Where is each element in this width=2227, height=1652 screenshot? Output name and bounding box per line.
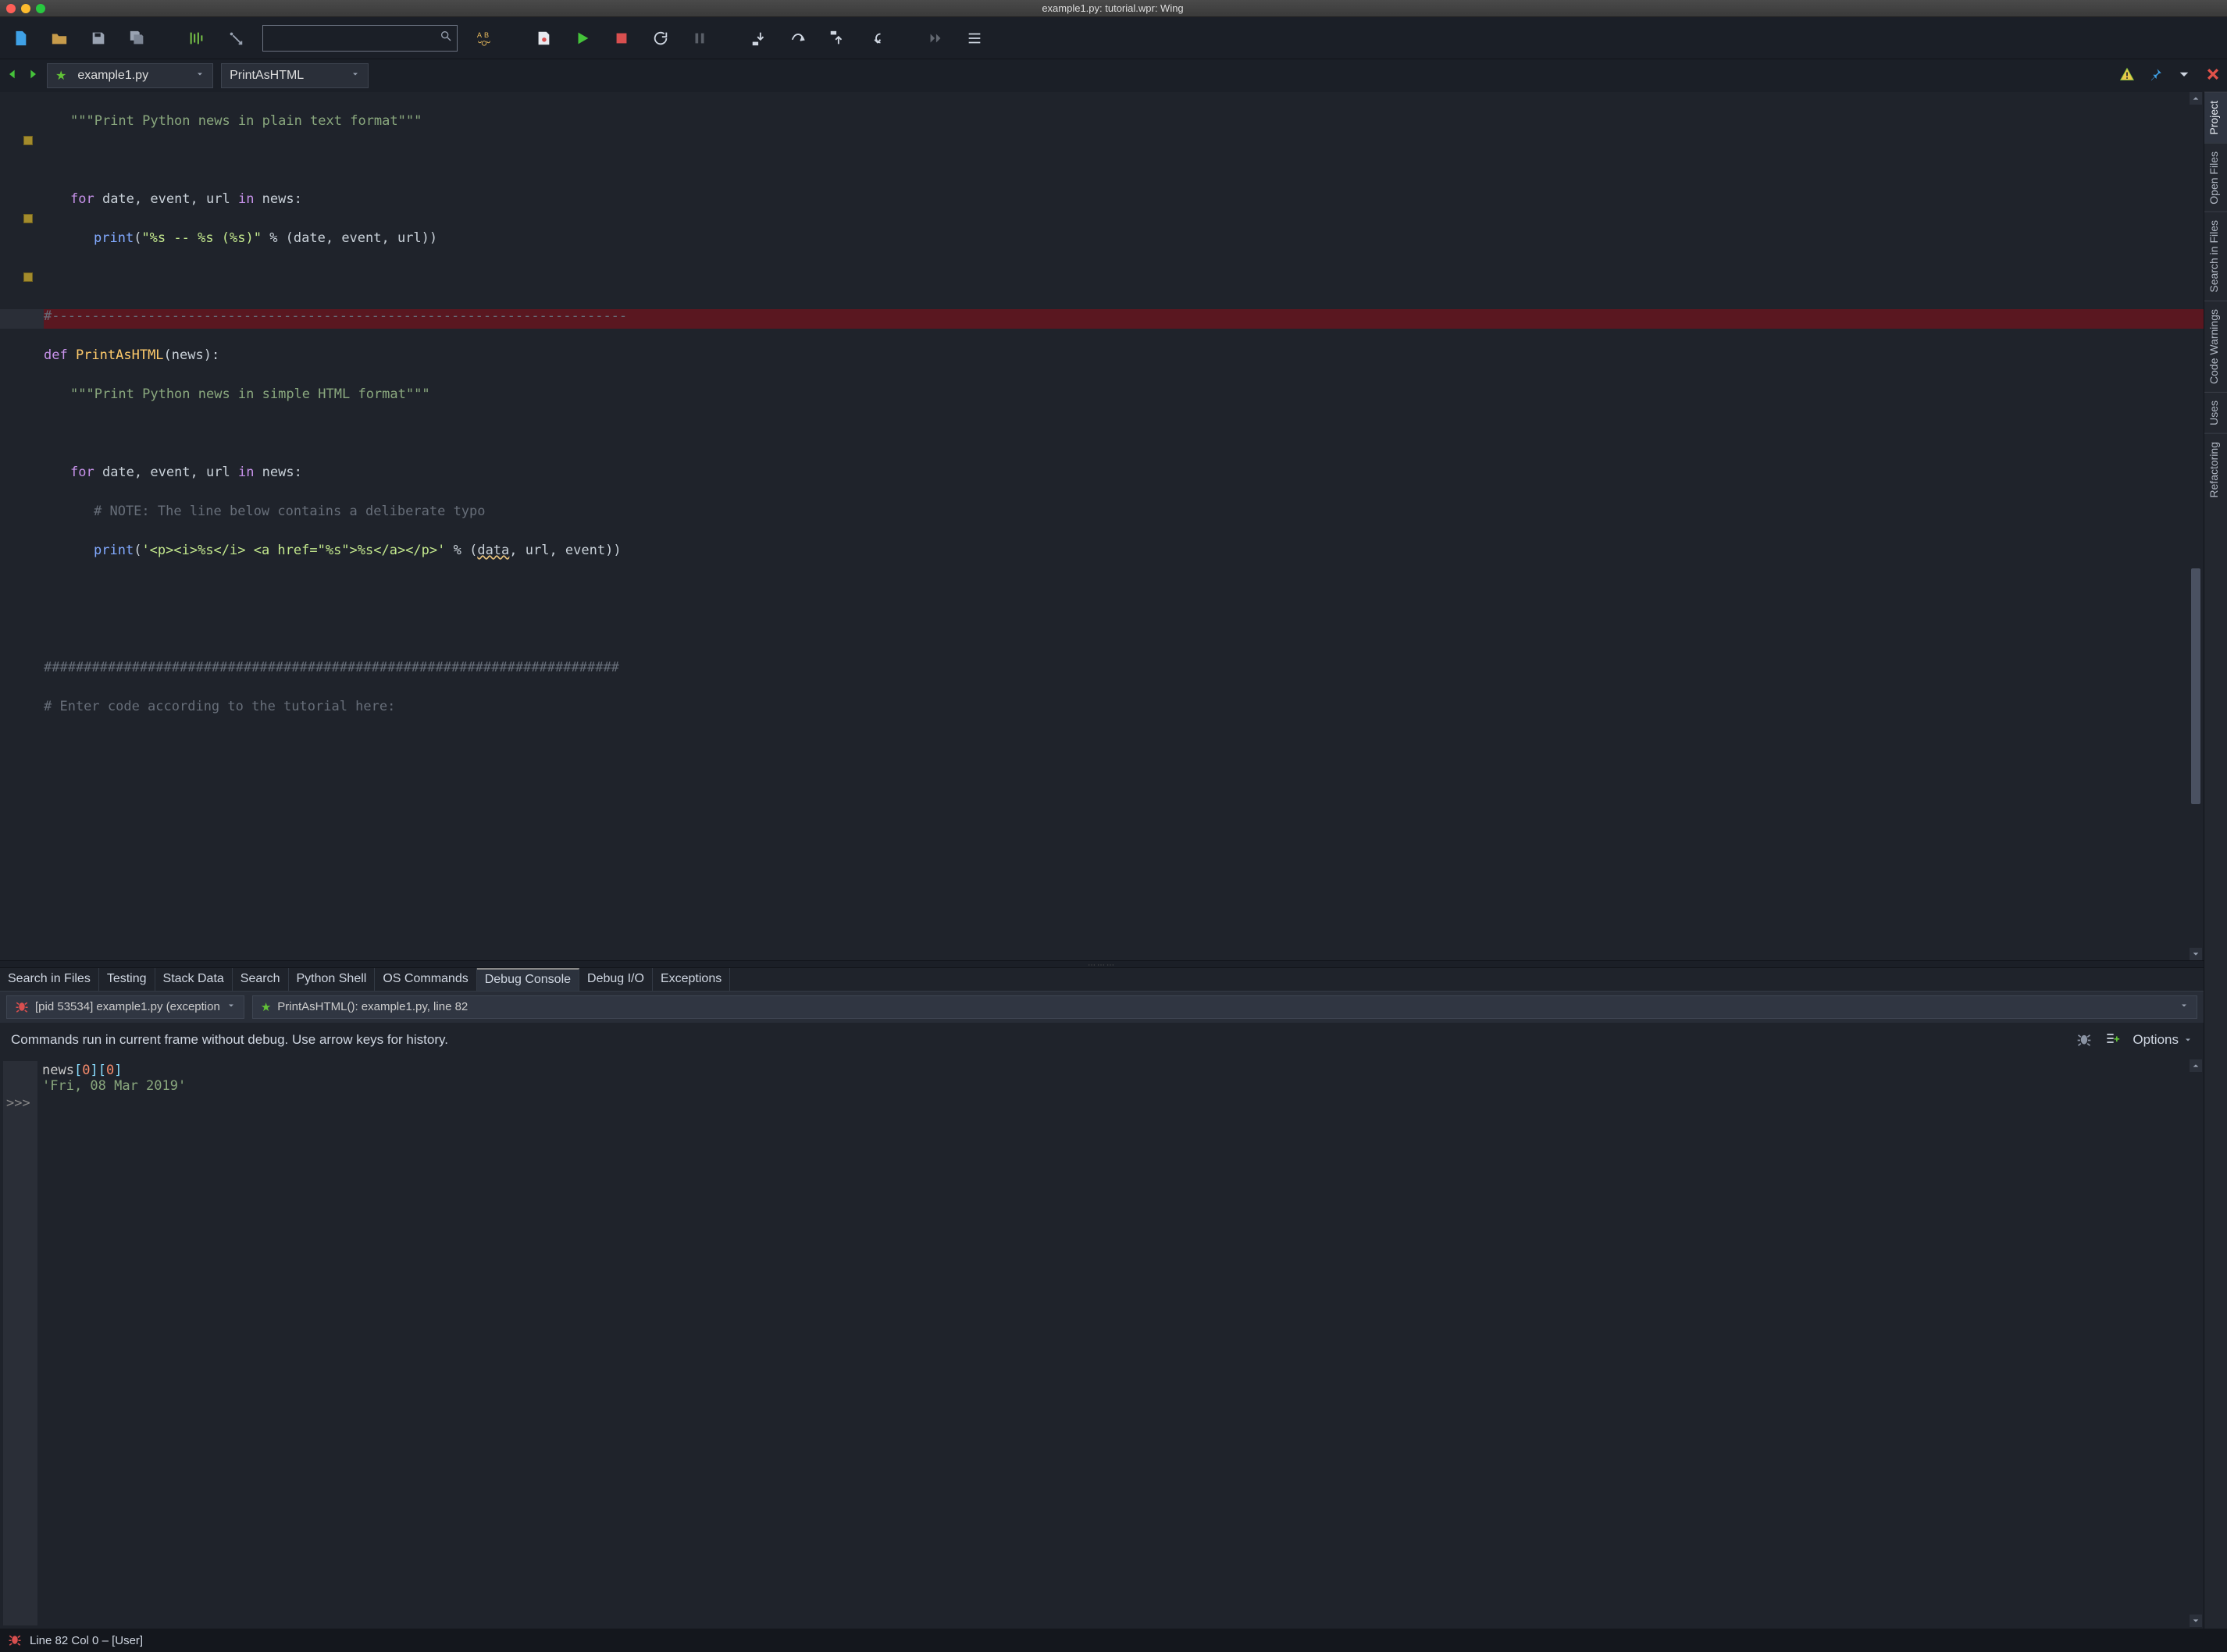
side-tab-refactoring[interactable]: Refactoring bbox=[2204, 433, 2227, 506]
code-content: """Print Python news in plain text forma… bbox=[44, 92, 2188, 756]
tab-testing[interactable]: Testing bbox=[99, 968, 155, 991]
main-toolbar: AB bbox=[0, 17, 2227, 59]
tab-debug-io[interactable]: Debug I/O bbox=[579, 968, 653, 991]
save-button[interactable] bbox=[86, 26, 111, 51]
debug-frame-label: PrintAsHTML(): example1.py, line 82 bbox=[277, 1000, 468, 1013]
side-tab-open-files[interactable]: Open Files bbox=[2204, 143, 2227, 212]
side-tab-code-warnings[interactable]: Code Warnings bbox=[2204, 301, 2227, 392]
debug-frame-selector[interactable]: ★ PrintAsHTML(): example1.py, line 82 bbox=[252, 995, 2197, 1019]
horizontal-splitter[interactable]: ⋯⋯⋯ bbox=[0, 960, 2204, 968]
debug-process-label: [pid 53534] example1.py (exception bbox=[35, 1000, 220, 1013]
file-tab-bar: ★ example1.py PrintAsHTML bbox=[0, 59, 2227, 92]
replace-button[interactable]: AB bbox=[472, 26, 497, 51]
step-return-button[interactable] bbox=[864, 26, 889, 51]
side-tab-search-in-files[interactable]: Search in Files bbox=[2204, 212, 2227, 301]
status-bug-icon[interactable] bbox=[8, 1632, 22, 1649]
tab-exceptions[interactable]: Exceptions bbox=[653, 968, 730, 991]
toolbar-search-input[interactable] bbox=[263, 32, 435, 45]
chevron-down-icon bbox=[226, 1000, 236, 1013]
window-titlebar: example1.py: tutorial.wpr: Wing bbox=[0, 0, 2227, 17]
debug-console-panel: [pid 53534] example1.py (exception ★ Pri… bbox=[0, 992, 2204, 1629]
debug-console[interactable]: >>> news[0][0] 'Fri, 08 Mar 2019' bbox=[0, 1058, 2204, 1629]
tab-os-commands[interactable]: OS Commands bbox=[375, 968, 476, 991]
right-tool-tabs: Project Open Files Search in Files Code … bbox=[2204, 92, 2227, 1629]
bug-icon bbox=[15, 999, 29, 1016]
status-text: Line 82 Col 0 – [User] bbox=[30, 1634, 143, 1647]
tab-debug-console[interactable]: Debug Console bbox=[477, 968, 579, 991]
menu-button[interactable] bbox=[962, 26, 987, 51]
fold-marker[interactable] bbox=[23, 272, 33, 282]
tab-stack-data[interactable]: Stack Data bbox=[155, 968, 233, 991]
debug-process-selector[interactable]: [pid 53534] example1.py (exception bbox=[6, 995, 244, 1019]
scroll-down-button[interactable] bbox=[2190, 1615, 2202, 1627]
open-file-button[interactable] bbox=[47, 26, 72, 51]
close-window-button[interactable] bbox=[6, 4, 16, 13]
file-selector[interactable]: ★ example1.py bbox=[47, 63, 213, 88]
console-gutter: >>> bbox=[3, 1061, 37, 1625]
file-selector-label: example1.py bbox=[77, 69, 148, 83]
debug-hint-row: Commands run in current frame without de… bbox=[0, 1023, 2204, 1058]
options-dropdown[interactable]: Options bbox=[2133, 1032, 2193, 1048]
side-tab-project[interactable]: Project bbox=[2204, 92, 2227, 143]
symbol-selector[interactable]: PrintAsHTML bbox=[221, 63, 369, 88]
toolbar-search[interactable] bbox=[262, 25, 458, 52]
debug-hint-text: Commands run in current frame without de… bbox=[11, 1032, 448, 1048]
tab-python-shell[interactable]: Python Shell bbox=[289, 968, 376, 991]
restart-button[interactable] bbox=[648, 26, 673, 51]
star-icon: ★ bbox=[261, 1000, 271, 1014]
pin-icon[interactable] bbox=[2149, 67, 2163, 85]
console-scrollbar[interactable] bbox=[2190, 1059, 2202, 1627]
current-line-gutter bbox=[0, 309, 44, 329]
warning-icon[interactable] bbox=[2119, 66, 2135, 86]
editor-gutter[interactable] bbox=[0, 92, 39, 960]
scroll-up-button[interactable] bbox=[2190, 1059, 2202, 1072]
options-label: Options bbox=[2133, 1032, 2179, 1048]
collapse-icon[interactable] bbox=[2177, 67, 2191, 85]
chevron-down-icon bbox=[2179, 1000, 2189, 1013]
status-bar: Line 82 Col 0 – [User] bbox=[0, 1629, 2227, 1652]
scroll-up-button[interactable] bbox=[2190, 92, 2202, 105]
console-prompt: >>> bbox=[6, 1095, 34, 1111]
more-tools-button[interactable] bbox=[923, 26, 948, 51]
fold-marker[interactable] bbox=[23, 136, 33, 145]
goto-definition-button[interactable] bbox=[223, 26, 248, 51]
editor-scrollbar[interactable] bbox=[2190, 92, 2202, 960]
tab-search-in-files[interactable]: Search in Files bbox=[0, 968, 99, 991]
step-over-button[interactable] bbox=[786, 26, 811, 51]
main-area: """Print Python news in plain text forma… bbox=[0, 92, 2227, 1629]
new-file-button[interactable] bbox=[8, 26, 33, 51]
step-out-button[interactable] bbox=[825, 26, 850, 51]
code-editor[interactable]: """Print Python news in plain text forma… bbox=[0, 92, 2204, 960]
pause-button[interactable] bbox=[687, 26, 712, 51]
zoom-window-button[interactable] bbox=[36, 4, 45, 13]
minimize-window-button[interactable] bbox=[21, 4, 30, 13]
save-all-button[interactable] bbox=[125, 26, 150, 51]
star-icon: ★ bbox=[55, 68, 66, 84]
console-body[interactable]: news[0][0] 'Fri, 08 Mar 2019' bbox=[37, 1061, 2197, 1625]
debug-file-button[interactable] bbox=[531, 26, 556, 51]
side-tab-uses[interactable]: Uses bbox=[2204, 392, 2227, 433]
window-title: example1.py: tutorial.wpr: Wing bbox=[45, 2, 2180, 14]
debug-bug-icon[interactable] bbox=[2076, 1031, 2092, 1050]
symbol-selector-label: PrintAsHTML bbox=[230, 69, 304, 83]
chevron-down-icon bbox=[351, 69, 360, 83]
tab-search[interactable]: Search bbox=[233, 968, 289, 991]
fold-marker[interactable] bbox=[23, 214, 33, 223]
svg-text:B: B bbox=[484, 31, 489, 39]
search-icon[interactable] bbox=[435, 30, 457, 46]
scroll-down-button[interactable] bbox=[2190, 948, 2202, 960]
traffic-lights bbox=[6, 4, 45, 13]
nav-forward-button[interactable] bbox=[27, 68, 39, 84]
stop-button[interactable] bbox=[609, 26, 634, 51]
nav-back-button[interactable] bbox=[6, 68, 19, 84]
indentation-button[interactable] bbox=[184, 26, 209, 51]
svg-text:A: A bbox=[477, 31, 483, 39]
close-tab-icon[interactable] bbox=[2205, 66, 2221, 86]
chevron-down-icon bbox=[195, 69, 205, 83]
run-button[interactable] bbox=[570, 26, 595, 51]
add-watch-icon[interactable] bbox=[2104, 1031, 2120, 1050]
bottom-tool-tabs: Search in Files Testing Stack Data Searc… bbox=[0, 968, 2204, 992]
step-into-button[interactable] bbox=[746, 26, 771, 51]
